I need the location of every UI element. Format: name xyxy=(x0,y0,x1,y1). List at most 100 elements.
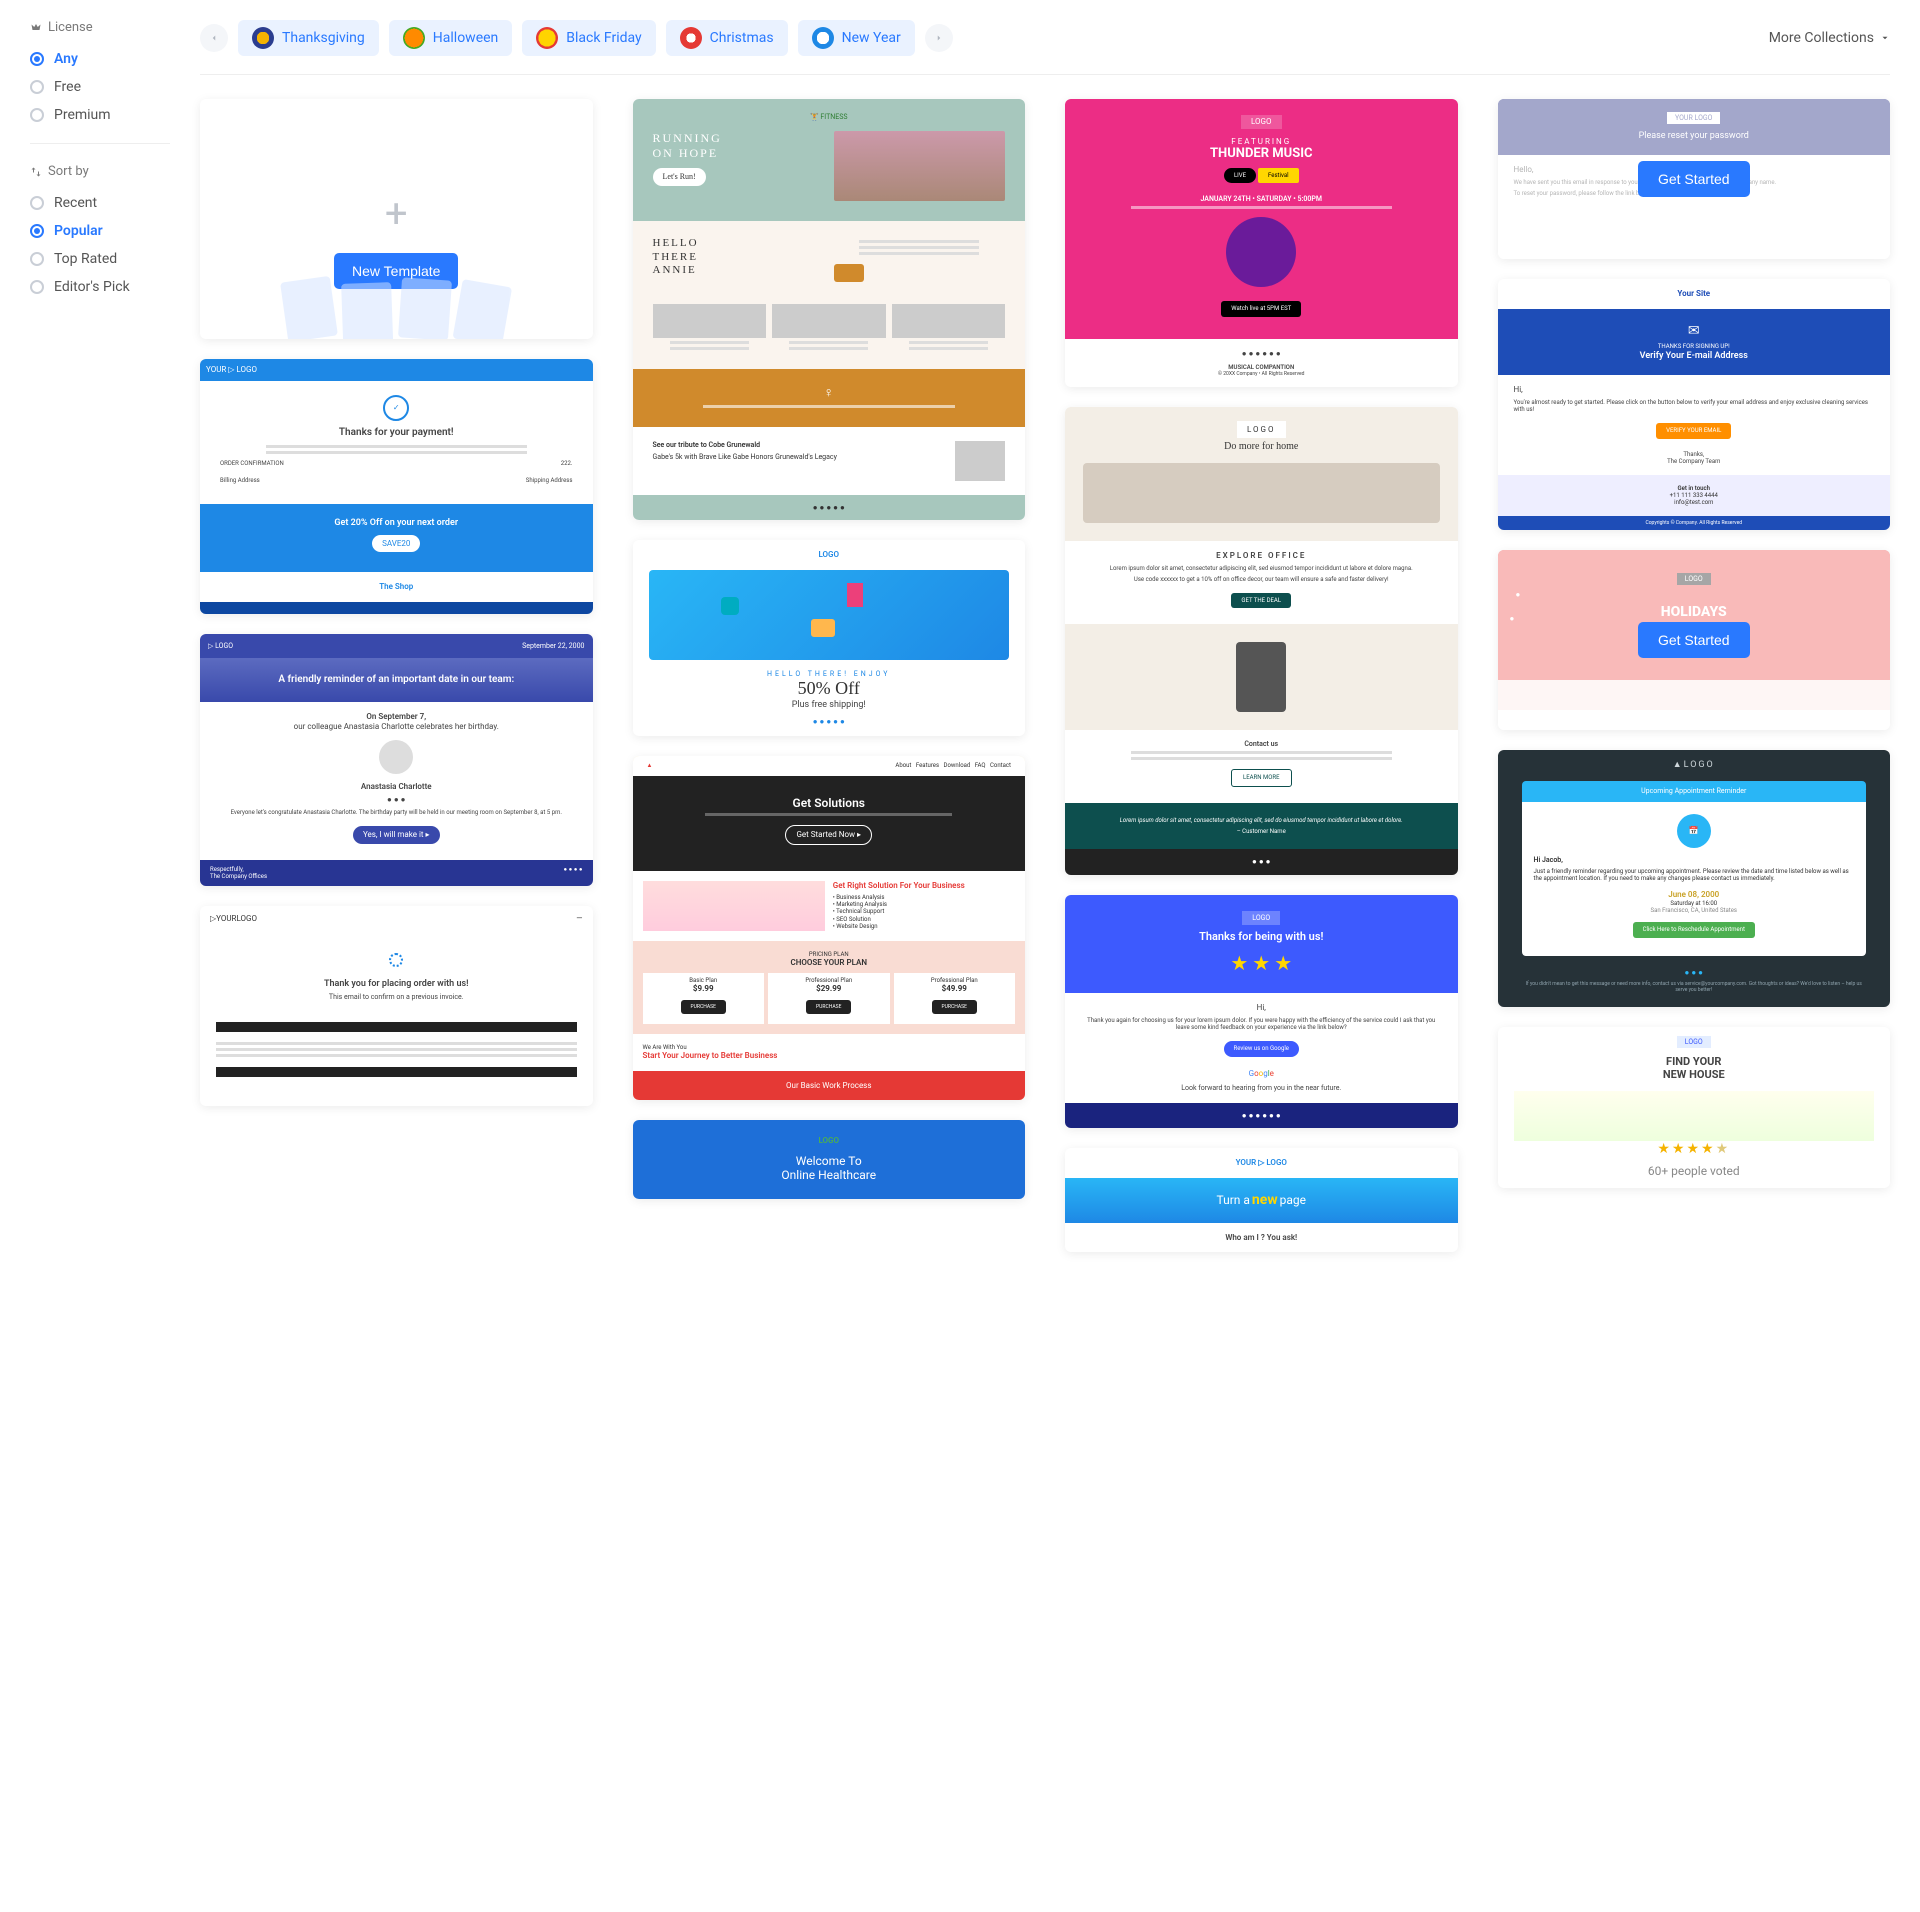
grid-column: 🏋 FITNESS RUNNING ON HOPE Let's Run! HEL… xyxy=(633,99,1026,1199)
crown-icon xyxy=(30,22,42,34)
votes-label: 60+ people voted xyxy=(1498,1158,1891,1188)
template-card-music[interactable]: LOGO FEATURING THUNDER MUSIC LIVE Festiv… xyxy=(1065,99,1458,387)
sort-header-label: Sort by xyxy=(48,164,89,179)
collection-pill-newyear[interactable]: New Year xyxy=(798,20,915,56)
title: A friendly reminder of an important date… xyxy=(200,658,593,702)
template-card-password[interactable]: YOUR LOGO Please reset your password Hel… xyxy=(1498,99,1891,259)
label: Recent xyxy=(54,195,97,211)
label: Popular xyxy=(54,223,103,239)
sort-header: Sort by xyxy=(30,164,170,179)
sort-filter: Sort by Recent Popular Top Rated Editor'… xyxy=(30,164,170,315)
collection-pill-thanksgiving[interactable]: Thanksgiving xyxy=(238,20,379,56)
get-started-button[interactable]: Get Started xyxy=(1638,622,1750,658)
sub: This email to confirm on a previous invo… xyxy=(210,993,583,1001)
license-filter: License Any Free Premium xyxy=(30,20,170,144)
templates-grid: + New Template YOUR ▷ LOGO ✓ Thanks for … xyxy=(200,99,1890,1252)
topbar: Thanksgiving Halloween Black Friday Chri… xyxy=(200,20,1890,75)
template-card-furniture[interactable]: LOGO Do more for home EXPLORE OFFICE Lor… xyxy=(1065,407,1458,874)
b2: our colleague Anastasia Charlotte celebr… xyxy=(210,722,583,732)
get-started-button[interactable]: Get Started xyxy=(1638,161,1750,197)
license-option-any[interactable]: Any xyxy=(30,45,170,73)
title: Thank you for placing order with us! xyxy=(210,979,583,990)
grid-column: LOGO FEATURING THUNDER MUSIC LIVE Festiv… xyxy=(1065,99,1458,1252)
collections-prev-button[interactable] xyxy=(200,24,228,52)
label: New Year xyxy=(842,30,901,46)
template-card-reminder[interactable]: ▷ LOGO September 22, 2000 A friendly rem… xyxy=(200,634,593,886)
chevron-down-icon xyxy=(1880,33,1890,43)
label: More Collections xyxy=(1769,30,1874,46)
radio-icon xyxy=(30,52,44,66)
label: Editor's Pick xyxy=(54,279,130,295)
radio-icon xyxy=(30,224,44,238)
logo: ▷ LOGO xyxy=(208,642,233,650)
template-card-payment[interactable]: YOUR ▷ LOGO ✓ Thanks for your payment! O… xyxy=(200,359,593,614)
discount: 50% Off xyxy=(643,678,1016,700)
collection-pill-halloween[interactable]: Halloween xyxy=(389,20,513,56)
label: Halloween xyxy=(433,30,499,46)
label: Any xyxy=(54,51,78,67)
template-card-healthcare[interactable]: LOGO Welcome To Online Healthcare xyxy=(633,1120,1026,1198)
rating-stars: ★★★★★ xyxy=(1498,1141,1891,1158)
label: Christmas xyxy=(710,30,774,46)
note: Everyone let's congratulate Anastasia Ch… xyxy=(220,809,573,816)
chevron-left-icon xyxy=(209,33,219,43)
collections-strip: Thanksgiving Halloween Black Friday Chri… xyxy=(200,20,953,56)
logo: LOGO xyxy=(633,540,1026,570)
template-card-thanks[interactable]: LOGO Thanks for being with us! ★★★ Hi, T… xyxy=(1065,895,1458,1129)
license-header: License xyxy=(30,20,170,35)
sort-option-recent[interactable]: Recent xyxy=(30,189,170,217)
radio-icon xyxy=(30,280,44,294)
template-card-order[interactable]: ▷YOURLOGO— Thank you for placing order w… xyxy=(200,906,593,1106)
license-option-premium[interactable]: Premium xyxy=(30,101,170,129)
btn: Yes, I will make it ▸ xyxy=(353,826,440,844)
radio-icon xyxy=(30,196,44,210)
hello: HELLO THERE! ENJOY xyxy=(643,670,1016,678)
label: Top Rated xyxy=(54,251,117,267)
radio-icon xyxy=(30,108,44,122)
label: Black Friday xyxy=(566,30,641,46)
template-card-newpage[interactable]: YOUR ▷ LOGO Turn a new page Who am I ? Y… xyxy=(1065,1148,1458,1252)
radio-icon xyxy=(30,252,44,266)
template-card-sale[interactable]: LOGO HELLO THERE! ENJOY 50% Off Plus fre… xyxy=(633,540,1026,736)
license-header-label: License xyxy=(48,20,93,35)
shop: The Shop xyxy=(210,582,583,592)
template-card-holidays[interactable]: LOGO ● ● HOLIDAYS DEALS Get Started xyxy=(1498,550,1891,730)
overlay: Get Started xyxy=(1498,99,1891,259)
hero: Get Solutions xyxy=(653,796,1006,810)
date: September 22, 2000 xyxy=(522,642,584,650)
overlay: Get Started xyxy=(1498,550,1891,730)
cta: Get 20% Off on your next order xyxy=(214,518,579,529)
template-card-verify[interactable]: Your Site ✉ THANKS FOR SIGNING UP! Verif… xyxy=(1498,279,1891,530)
license-option-free[interactable]: Free xyxy=(30,73,170,101)
sort-option-editorspick[interactable]: Editor's Pick xyxy=(30,273,170,301)
sort-option-popular[interactable]: Popular xyxy=(30,217,170,245)
collections-next-button[interactable] xyxy=(925,24,953,52)
collection-pill-christmas[interactable]: Christmas xyxy=(666,20,788,56)
halloween-icon xyxy=(403,27,425,49)
template-card-appointment[interactable]: ▲LOGO Upcoming Appointment Reminder 📅 Hi… xyxy=(1498,750,1891,1007)
label: Free xyxy=(54,79,81,95)
sort-option-toprated[interactable]: Top Rated xyxy=(30,245,170,273)
collection-pill-blackfriday[interactable]: Black Friday xyxy=(522,20,655,56)
more-collections-button[interactable]: More Collections xyxy=(1769,30,1890,46)
billing: Billing Address xyxy=(220,477,260,484)
radio-icon xyxy=(30,80,44,94)
thanksgiving-icon xyxy=(252,27,274,49)
new-template-card[interactable]: + New Template xyxy=(200,99,593,339)
logo: YOUR ▷ LOGO xyxy=(200,359,593,381)
order-label: ORDER CONFIRMATION xyxy=(220,460,284,467)
main: Thanksgiving Halloween Black Friday Chri… xyxy=(200,20,1890,1252)
grid-column: YOUR LOGO Please reset your password Hel… xyxy=(1498,99,1891,1188)
label: Premium xyxy=(54,107,111,123)
shipping: Shipping Address xyxy=(526,477,573,484)
chevron-right-icon xyxy=(934,33,944,43)
sort-icon xyxy=(30,166,42,178)
name: Anastasia Charlotte xyxy=(210,782,583,792)
logo: ▷YOURLOGO xyxy=(210,914,257,924)
template-card-fitness[interactable]: 🏋 FITNESS RUNNING ON HOPE Let's Run! HEL… xyxy=(633,99,1026,520)
blackfriday-icon xyxy=(536,27,558,49)
template-card-house[interactable]: LOGO FIND YOUR NEW HOUSE ★★★★★ 60+ peopl… xyxy=(1498,1027,1891,1188)
label: Thanksgiving xyxy=(282,30,365,46)
ship: Plus free shipping! xyxy=(643,700,1016,711)
template-card-solutions[interactable]: ▲About Features Download FAQ Contact Get… xyxy=(633,756,1026,1100)
